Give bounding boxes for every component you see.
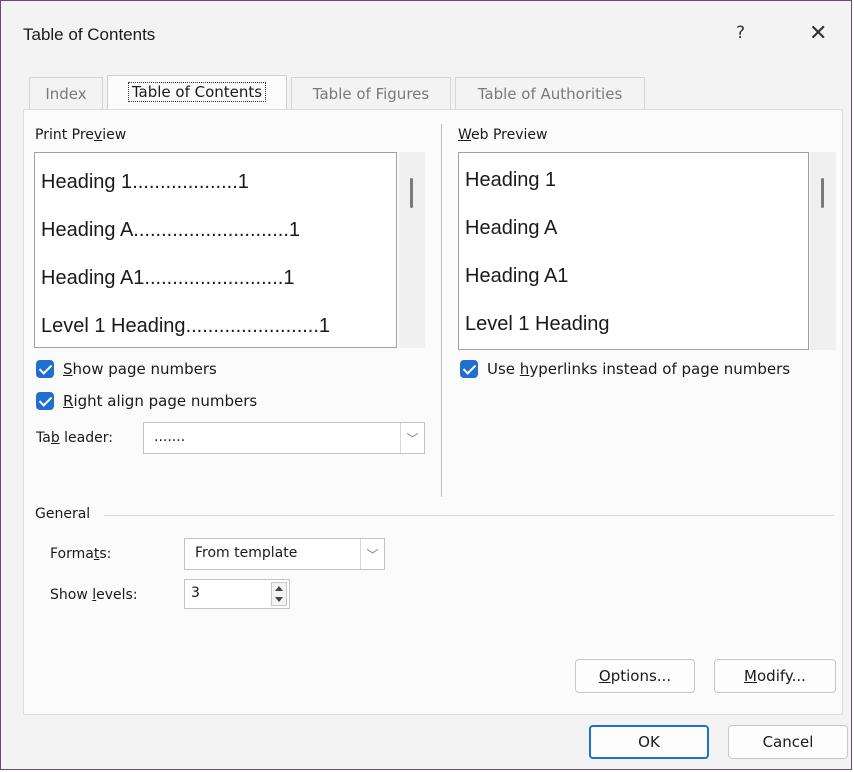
web-preview-line[interactable]: Heading 1 bbox=[465, 169, 556, 192]
tab-index-label: Index bbox=[45, 85, 87, 103]
print-preview-line: Heading 1...................1 bbox=[41, 171, 249, 193]
tab-panel: Print Preview Heading 1.................… bbox=[23, 109, 843, 715]
show-levels-spinner[interactable]: 3 bbox=[184, 579, 290, 609]
general-label: General bbox=[35, 506, 91, 522]
web-preview-scrollbar[interactable] bbox=[810, 152, 836, 350]
chevron-down-icon: ﹀ bbox=[400, 423, 424, 453]
web-preview-scroll-thumb[interactable] bbox=[821, 178, 824, 208]
tab-table-of-contents[interactable]: Table of Contents bbox=[107, 75, 287, 109]
checkbox-checked-icon bbox=[36, 360, 54, 378]
tab-leader-select[interactable]: ....... ﹀ bbox=[143, 422, 425, 454]
checkbox-checked-icon bbox=[36, 392, 54, 410]
options-button[interactable]: Options... bbox=[575, 659, 695, 693]
formats-value: From template bbox=[195, 545, 298, 561]
web-preview-line[interactable]: Heading A bbox=[465, 217, 557, 240]
spinner-arrows[interactable] bbox=[271, 582, 287, 606]
show-page-numbers-label: Show page numbers bbox=[63, 360, 217, 378]
print-preview-line: Level 1 Heading........................1 bbox=[41, 315, 331, 337]
print-preview-label: Print Preview bbox=[35, 127, 127, 143]
print-preview-box: Heading 1...................1 Heading A.… bbox=[34, 152, 397, 348]
web-preview-line[interactable]: Heading A1 bbox=[465, 265, 568, 288]
general-divider bbox=[104, 515, 834, 516]
show-levels-value: 3 bbox=[191, 585, 200, 601]
toc-dialog: Table of Contents ? ✕ Index Table of Con… bbox=[0, 0, 852, 770]
spin-up-icon[interactable] bbox=[275, 586, 283, 591]
column-divider bbox=[441, 124, 442, 497]
title-bar: Table of Contents ? ✕ bbox=[1, 1, 851, 71]
tab-leader-label: Tab leader: bbox=[36, 430, 113, 446]
formats-label: Formats: bbox=[50, 546, 112, 562]
chevron-down-icon: ﹀ bbox=[360, 539, 384, 569]
print-preview-scrollbar[interactable] bbox=[399, 152, 425, 348]
show-levels-label: Show levels: bbox=[50, 587, 138, 603]
modify-button[interactable]: Modify... bbox=[714, 659, 836, 693]
print-preview-line: Heading A1.........................1 bbox=[41, 267, 295, 289]
tab-index[interactable]: Index bbox=[29, 77, 103, 109]
dialog-title: Table of Contents bbox=[23, 25, 156, 44]
right-align-checkbox[interactable]: Right align page numbers bbox=[36, 392, 257, 410]
use-hyperlinks-checkbox[interactable]: Use hyperlinks instead of page numbers bbox=[460, 360, 790, 378]
tab-toc-label: Table of Contents bbox=[127, 82, 267, 102]
print-preview-line: Heading A............................1 bbox=[41, 219, 301, 241]
cancel-button[interactable]: Cancel bbox=[728, 725, 848, 759]
show-page-numbers-checkbox[interactable]: Show page numbers bbox=[36, 360, 217, 378]
checkbox-checked-icon bbox=[460, 360, 478, 378]
web-preview-line[interactable]: Level 1 Heading bbox=[465, 313, 610, 336]
help-button[interactable]: ? bbox=[736, 23, 745, 43]
use-hyperlinks-label: Use hyperlinks instead of page numbers bbox=[487, 360, 791, 378]
tab-table-of-figures[interactable]: Table of Figures bbox=[291, 77, 451, 109]
spin-down-icon[interactable] bbox=[275, 597, 283, 602]
close-icon[interactable]: ✕ bbox=[809, 21, 827, 46]
tab-figures-label: Table of Figures bbox=[312, 85, 430, 103]
web-preview-box: Heading 1 Heading A Heading A1 Level 1 H… bbox=[458, 152, 809, 350]
ok-button[interactable]: OK bbox=[589, 725, 709, 759]
tab-table-of-authorities[interactable]: Table of Authorities bbox=[455, 77, 645, 109]
tab-authorities-label: Table of Authorities bbox=[477, 85, 623, 103]
print-preview-scroll-thumb[interactable] bbox=[410, 178, 413, 208]
tab-leader-value: ....... bbox=[154, 429, 186, 445]
right-align-label: Right align page numbers bbox=[63, 392, 258, 410]
web-preview-label: Web Preview bbox=[458, 127, 548, 143]
formats-select[interactable]: From template ﹀ bbox=[184, 538, 385, 570]
